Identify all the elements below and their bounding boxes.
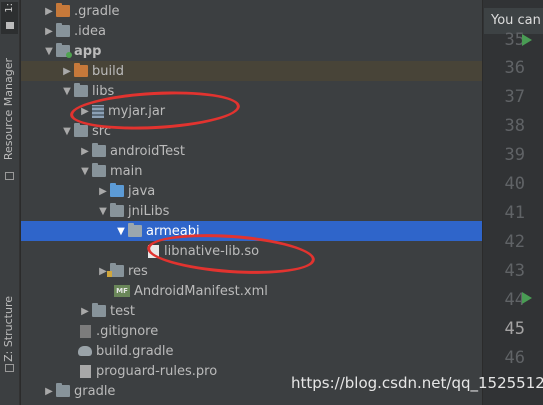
tree-row-build[interactable]: ▶ build — [21, 61, 482, 81]
tree-row-label: gradle — [74, 383, 116, 399]
tree-row-manifest[interactable]: MF AndroidManifest.xml — [21, 281, 482, 301]
chevron-down-icon[interactable]: ▼ — [60, 86, 74, 97]
orange-folder-icon — [74, 63, 88, 77]
chevron-down-icon[interactable]: ▼ — [78, 166, 92, 177]
tree-row-test[interactable]: ▶ test — [21, 301, 482, 321]
folder-icon — [92, 303, 106, 317]
tree-row-label: proguard-rules.pro — [96, 363, 218, 379]
tree-row-gradle-cache[interactable]: ▶ .gradle — [21, 1, 482, 21]
tree-row-label: main — [110, 163, 143, 179]
gitignore-icon — [80, 324, 91, 338]
module-folder-icon — [56, 43, 72, 58]
tree-row-label: test — [110, 303, 135, 319]
structure-icon — [5, 364, 14, 372]
tree-row-label: AndroidManifest.xml — [134, 283, 268, 299]
folder-icon — [56, 23, 70, 37]
tree-row-idea[interactable]: ▶ .idea — [21, 21, 482, 41]
gradle-icon — [78, 346, 92, 356]
tree-row-label: build.gradle — [96, 343, 174, 359]
resource-manager-icon — [5, 172, 14, 180]
line-number: 35 — [504, 30, 525, 50]
chevron-right-icon[interactable]: ▶ — [42, 6, 56, 17]
project-tab-icon — [6, 22, 14, 29]
line-number: 36 — [504, 58, 525, 78]
line-number: 43 — [504, 261, 525, 281]
line-number-current: 45 — [504, 319, 525, 339]
tree-row-app[interactable]: ▼ app — [21, 41, 482, 61]
chevron-right-icon[interactable]: ▶ — [78, 146, 92, 157]
tree-row-java[interactable]: ▶ java — [21, 181, 482, 201]
tree-row-main[interactable]: ▼ main — [21, 161, 482, 181]
tree-row-label: res — [128, 263, 148, 279]
line-number: 41 — [504, 203, 525, 223]
folder-icon — [92, 163, 106, 177]
tree-row-label: androidTest — [110, 143, 185, 159]
line-number: 46 — [504, 348, 525, 368]
run-gutter-icon[interactable] — [522, 292, 532, 304]
manifest-icon: MF — [114, 285, 130, 297]
folder-icon — [74, 83, 88, 97]
project-tool-tab[interactable]: 1: — [1, 2, 18, 34]
resources-folder-icon — [107, 263, 124, 277]
resource-manager-tab[interactable]: Resource Manager — [2, 58, 15, 160]
line-number: 39 — [504, 145, 525, 165]
folder-icon — [74, 123, 88, 137]
project-tab-number: 1: — [4, 3, 15, 13]
source-folder-icon — [110, 183, 124, 197]
chevron-right-icon[interactable]: ▶ — [78, 306, 92, 317]
tree-row-jnilibs[interactable]: ▼ jniLibs — [21, 201, 482, 221]
orange-folder-icon — [56, 3, 70, 17]
run-gutter-icon[interactable] — [522, 34, 532, 46]
chevron-down-icon[interactable]: ▼ — [60, 126, 74, 137]
chevron-down-icon[interactable]: ▼ — [114, 226, 128, 237]
tree-row-label: .gradle — [74, 3, 120, 19]
chevron-down-icon[interactable]: ▼ — [96, 206, 110, 217]
tree-row-label: build — [92, 63, 124, 79]
chevron-down-icon[interactable]: ▼ — [42, 46, 56, 57]
chevron-right-icon[interactable]: ▶ — [42, 386, 56, 397]
tree-row-build-gradle[interactable]: build.gradle — [21, 341, 482, 361]
line-number: 37 — [504, 87, 525, 107]
left-tool-strip: 1: Resource Manager Z: Structure — [0, 0, 20, 405]
line-number: 44 — [504, 290, 525, 310]
folder-icon — [92, 143, 106, 157]
project-tree: ▶ .gradle ▶ .idea ▼ app ▶ build ▼ libs ▶… — [21, 0, 482, 405]
line-number: 40 — [504, 174, 525, 194]
tree-row-libs[interactable]: ▼ libs — [21, 81, 482, 101]
tree-row-label: app — [74, 43, 102, 59]
folder-icon — [56, 383, 70, 397]
folder-icon — [110, 203, 124, 217]
watermark: https://blog.csdn.net/qq_15255121 — [291, 374, 543, 392]
tree-row-gitignore[interactable]: .gitignore — [21, 321, 482, 341]
tree-row-label: .gitignore — [96, 323, 159, 339]
tree-row-label: .idea — [74, 23, 106, 39]
tree-row-androidtest[interactable]: ▶ androidTest — [21, 141, 482, 161]
tree-row-label: jniLibs — [128, 203, 170, 219]
line-number: 38 — [504, 116, 525, 136]
chevron-right-icon[interactable]: ▶ — [42, 26, 56, 37]
text-file-icon — [80, 364, 91, 378]
chevron-right-icon[interactable]: ▶ — [60, 66, 74, 77]
tree-row-label: java — [128, 183, 156, 199]
folder-icon — [128, 223, 142, 237]
line-number: 42 — [504, 232, 525, 252]
structure-tab[interactable]: Z: Structure — [2, 296, 15, 362]
chevron-right-icon[interactable]: ▶ — [96, 186, 110, 197]
